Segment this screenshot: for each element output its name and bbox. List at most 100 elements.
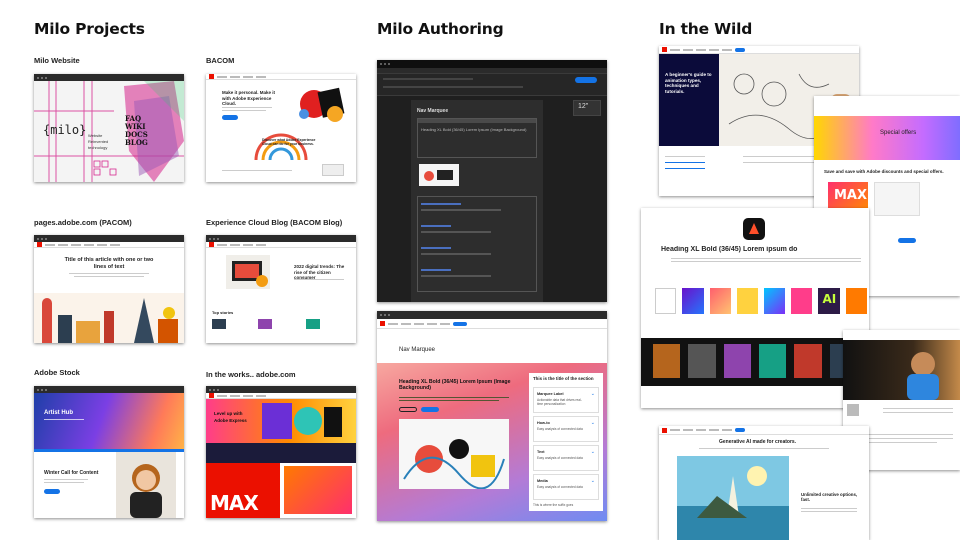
adobe-logo-icon: [37, 242, 42, 247]
works-screenshot[interactable]: Level up with Adobe Express MAX: [206, 386, 356, 518]
app-tile[interactable]: [845, 288, 867, 314]
carousel-card[interactable]: [688, 344, 716, 378]
milo-website-screenshot[interactable]: {milo} Website Reinvented technology FAQ…: [34, 74, 184, 182]
app-tile[interactable]: [709, 288, 731, 314]
milo-tagline-2: Reinvented: [88, 139, 109, 144]
browser-toolbar: [377, 311, 607, 319]
ecblog-story-thumb[interactable]: [212, 319, 226, 329]
ecblog-hero-image: [226, 255, 270, 289]
works-band: [206, 443, 356, 463]
carousel-card[interactable]: [653, 344, 681, 378]
works-hero-art: [262, 403, 342, 439]
adobe-logo-icon: [209, 242, 214, 247]
accordion-item[interactable]: How-to Easy analysis of connected data ⌄: [533, 416, 599, 442]
caption-stock: Adobe Stock: [34, 368, 80, 377]
chevron-down-icon[interactable]: ⌄: [591, 449, 595, 455]
chevron-down-icon[interactable]: ⌄: [591, 420, 595, 426]
carousel-card[interactable]: [758, 344, 787, 378]
bacom-hero-title: Make it personal. Make it with Adobe Exp…: [222, 90, 276, 106]
milo-word: BLOG: [125, 138, 148, 147]
nav-cta-button[interactable]: [453, 321, 467, 326]
firefly-subtitle: Unlimited creative options, fast.: [801, 492, 858, 503]
wild-firefly-screenshot[interactable]: Generative AI made for creators. Unlimit…: [659, 426, 869, 540]
share-button[interactable]: [575, 77, 597, 83]
stock-card-title: Winter Call for Content: [44, 470, 99, 476]
preview-secondary-button[interactable]: [399, 407, 417, 412]
caption-milo-website: Milo Website: [34, 56, 80, 65]
author-avatar: [847, 404, 859, 416]
pacom-screenshot[interactable]: Title of this article with one or two li…: [34, 235, 184, 343]
caption-works: In the works.. adobe.com: [206, 370, 296, 379]
works-promo-tile: MAX: [206, 463, 280, 518]
stock-hero-title: Artist Hub: [44, 410, 73, 416]
word-ribbon[interactable]: [377, 74, 607, 96]
offers-title: Special offers: [880, 130, 917, 136]
word-document-page[interactable]: Nav Marquee Heading XL Bold (36/45) Lore…: [411, 100, 543, 302]
section-title-in-the-wild: In the Wild: [659, 20, 753, 38]
milo-tagline-1: Website: [88, 133, 103, 138]
accordion-list: Marquee Label Actionable data that drive…: [533, 387, 599, 503]
adobe-logo-icon: [380, 321, 385, 326]
app-icon: [743, 218, 765, 240]
carousel-strip[interactable]: [641, 338, 869, 386]
ecblog-top-stories: Top stories: [212, 310, 234, 315]
doc-heading: Nav Marquee: [417, 108, 449, 114]
nav-cta-button[interactable]: [735, 47, 745, 52]
carousel-card[interactable]: [723, 344, 751, 378]
caption-pacom: pages.adobe.com (PACOM): [34, 218, 132, 227]
bacom-screenshot[interactable]: Make it personal. Make it with Adobe Exp…: [206, 74, 356, 182]
app-tile[interactable]: [764, 288, 786, 314]
ecblog-screenshot[interactable]: 2022 digital trends: The rise of the cit…: [206, 235, 356, 343]
stock-screenshot[interactable]: Artist Hub Winter Call for Content: [34, 386, 184, 518]
app-tile[interactable]: [682, 288, 704, 314]
site-nav: [659, 46, 859, 54]
wild-heading-page-screenshot[interactable]: Heading XL Bold (36/45) Lorem ipsum do A…: [641, 208, 869, 408]
works-hero-title: Level up with Adobe Express: [214, 411, 247, 423]
accordion-item[interactable]: Text Easy analysis of connected data ⌄: [533, 445, 599, 471]
milo-hero: {milo} Website Reinvented technology FAQ…: [34, 81, 184, 182]
chevron-down-icon[interactable]: ⌄: [591, 478, 595, 484]
site-nav: [206, 74, 356, 80]
accordion-item-desc: Easy analysis of connected data: [537, 485, 583, 489]
article-portrait-art: [907, 352, 939, 400]
app-tile[interactable]: AI: [818, 288, 840, 314]
offers-card-max: MAX: [834, 188, 868, 203]
doc-block-table: Heading XL Bold (36/45) Lorem Ipsum (Ima…: [417, 118, 537, 158]
ecblog-story-thumb[interactable]: [306, 319, 320, 329]
app-tile[interactable]: [791, 288, 813, 314]
milo-words: FAQ WIKI DOCS BLOG: [125, 115, 148, 147]
bacom-chat-card[interactable]: [322, 164, 344, 176]
preview-primary-button[interactable]: [421, 407, 439, 412]
ecblog-story-thumb[interactable]: [258, 319, 272, 329]
accordion-item[interactable]: Marquee Label Actionable data that drive…: [533, 387, 599, 413]
word-editor-screenshot[interactable]: Nav Marquee Heading XL Bold (36/45) Lore…: [377, 60, 607, 302]
app-tile[interactable]: [655, 288, 677, 314]
accordion-item[interactable]: Media Easy analysis of connected data ⌄: [533, 474, 599, 500]
pacom-skyline-art: [34, 293, 184, 343]
preview-page-screenshot[interactable]: Nav Marquee Heading XL Bold (36/45) Lore…: [377, 311, 607, 521]
app-tile[interactable]: [736, 288, 759, 314]
accordion-item-label: Marquee Label: [537, 392, 564, 396]
accordion-item-label: Media: [537, 479, 548, 483]
adobe-logo-icon: [209, 393, 214, 398]
article-hero-image: [843, 340, 960, 400]
nav-cta-button[interactable]: [735, 428, 745, 432]
ai-tile-text: AI: [822, 292, 837, 306]
offers-card-text[interactable]: [874, 182, 920, 216]
site-nav: [34, 242, 184, 248]
accordion-item-desc: Easy analysis of connected data: [537, 456, 583, 460]
adobe-logo-icon: [662, 427, 667, 433]
bacom-cta-button[interactable]: [222, 115, 238, 120]
accordion-item-desc: Actionable data that drives real-time pe…: [537, 398, 582, 406]
site-nav: [659, 426, 869, 435]
section-title-milo-authoring: Milo Authoring: [377, 20, 504, 38]
carousel-card[interactable]: [794, 344, 822, 378]
offers-banner: Special offers: [814, 116, 960, 160]
chevron-down-icon[interactable]: ⌄: [591, 391, 595, 397]
stock-cta-button[interactable]: [44, 489, 60, 494]
browser-toolbar: [34, 386, 184, 393]
milo-logo: {milo}: [43, 123, 87, 137]
guide-title: A beginner's guide to animation types, t…: [665, 72, 712, 94]
zoom-panel[interactable]: 12": [573, 100, 601, 116]
offers-buy-button[interactable]: [898, 238, 916, 243]
